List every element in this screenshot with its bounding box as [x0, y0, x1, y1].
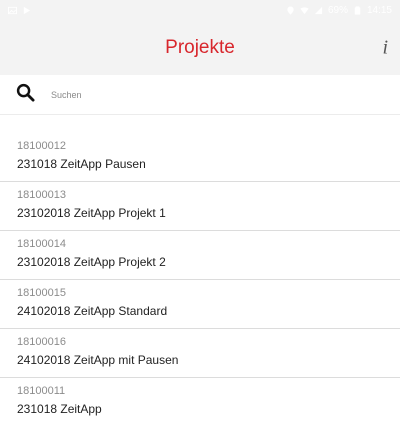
project-name: 24102018 ZeitApp Standard [17, 304, 168, 318]
list-item[interactable]: 18100013 23102018 ZeitApp Projekt 1 [0, 182, 400, 231]
project-name: 23102018 ZeitApp Projekt 2 [17, 255, 166, 269]
signal-icon [314, 6, 323, 15]
project-name: 231018 ZeitApp Pausen [17, 157, 146, 171]
list-item[interactable]: 18100012 231018 ZeitApp Pausen [0, 133, 400, 182]
project-number: 18100014 [17, 238, 66, 250]
location-icon [286, 5, 295, 15]
list-item[interactable]: 18100016 24102018 ZeitApp mit Pausen [0, 329, 400, 378]
battery-percent: 69% [327, 4, 348, 16]
project-number: 18100012 [17, 140, 66, 152]
project-list: 18100012 231018 ZeitApp Pausen 18100013 … [0, 133, 400, 427]
status-left [8, 6, 31, 15]
project-number: 18100013 [17, 189, 66, 201]
search-bar[interactable] [0, 75, 400, 115]
project-name: 23102018 ZeitApp Projekt 1 [17, 206, 166, 220]
status-time: 14:15 [366, 4, 392, 16]
image-icon [8, 6, 17, 15]
project-number: 18100011 [17, 385, 66, 397]
status-bar: 69% 14:15 [0, 0, 400, 20]
list-item[interactable]: 18100015 24102018 ZeitApp Standard [0, 280, 400, 329]
project-number: 18100016 [17, 336, 66, 348]
list-item[interactable]: 18100014 23102018 ZeitApp Projekt 2 [0, 231, 400, 280]
status-right: 69% 14:15 [286, 5, 392, 16]
page-title: Projekte [165, 36, 235, 58]
app-bar: Projekte i [0, 20, 400, 75]
wifi-icon [300, 6, 309, 15]
project-name: 231018 ZeitApp [17, 402, 102, 416]
search-input[interactable] [49, 88, 353, 101]
info-button[interactable]: i [382, 36, 388, 59]
project-number: 18100015 [17, 287, 66, 299]
search-icon[interactable] [16, 83, 35, 107]
list-item[interactable]: 18100011 231018 ZeitApp [0, 378, 400, 427]
play-icon [22, 6, 31, 15]
battery-icon [353, 5, 362, 15]
project-name: 24102018 ZeitApp mit Pausen [17, 353, 179, 367]
